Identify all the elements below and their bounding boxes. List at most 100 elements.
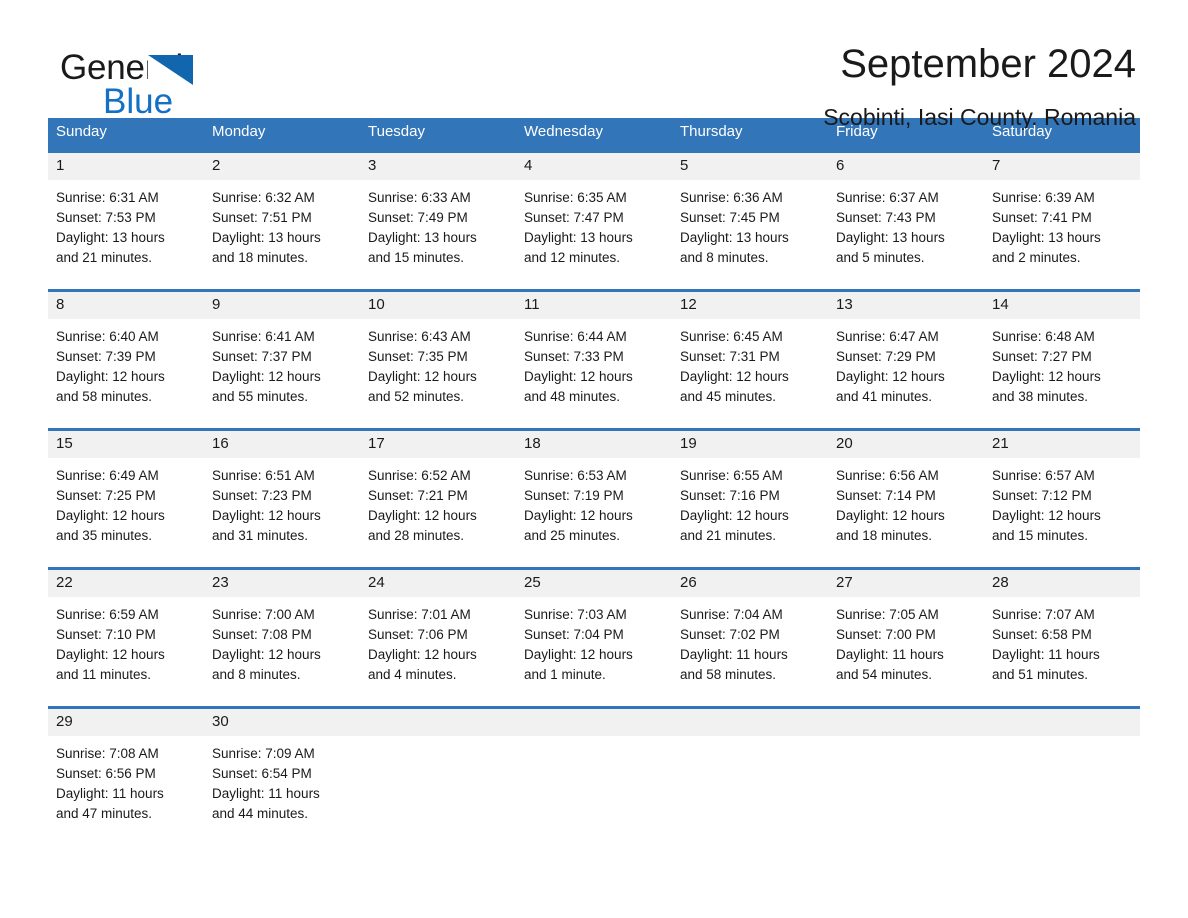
sunset-text: Sunset: 6:56 PM [56,766,156,781]
sunset-text: Sunset: 7:12 PM [992,488,1092,503]
sunrise-text: Sunrise: 7:00 AM [212,607,315,622]
day-details: Sunrise: 6:55 AM Sunset: 7:16 PM Daylight:… [672,458,828,556]
day-details: Sunrise: 6:40 AM Sunset: 7:39 PM Daylight:… [48,319,204,417]
calendar-day-cell[interactable]: 14 Sunrise: 6:48 AM Sunset: 7:27 PM Dayligh… [984,292,1140,417]
sunset-text: Sunset: 7:29 PM [836,349,936,364]
general-blue-logo[interactable]: General Blue [48,42,348,119]
calendar-weeks: 1 Sunrise: 6:31 AM Sunset: 7:53 PM Daylight… [48,150,1140,834]
sunrise-text: Sunrise: 6:36 AM [680,190,783,205]
page-title: September 2024 [840,42,1136,86]
weekday-header-friday: Friday [836,123,878,140]
sunrise-text: Sunrise: 7:08 AM [56,746,159,761]
calendar-day-cell[interactable]: 2 Sunrise: 6:32 AM Sunset: 7:51 PM Daylight… [204,153,360,278]
day-details: Sunrise: 7:09 AM Sunset: 6:54 PM Daylight:… [204,736,360,834]
daylight-text-line1: Daylight: 11 hours [680,647,788,662]
daylight-text-line1: Daylight: 12 hours [524,369,633,384]
calendar-day-cell[interactable]: 7 Sunrise: 6:39 AM Sunset: 7:41 PM Daylight… [984,153,1140,278]
day-number: 22 [48,570,204,597]
daylight-text-line2: and 31 minutes. [212,528,309,543]
calendar-day-cell[interactable]: 30 Sunrise: 7:09 AM Sunset: 6:54 PM Dayligh… [204,709,360,834]
calendar-day-cell[interactable]: 25 Sunrise: 7:03 AM Sunset: 7:04 PM Dayligh… [516,570,672,695]
daylight-text-line1: Daylight: 13 hours [524,230,633,245]
daylight-text-line1: Daylight: 13 hours [368,230,477,245]
calendar-day-cell[interactable]: 28 Sunrise: 7:07 AM Sunset: 6:58 PM Dayligh… [984,570,1140,695]
daylight-text-line1: Daylight: 11 hours [212,786,320,801]
daylight-text-line2: and 11 minutes. [56,667,152,682]
daylight-text-line2: and 15 minutes. [992,528,1089,543]
calendar-day-cell[interactable]: 11 Sunrise: 6:44 AM Sunset: 7:33 PM Dayligh… [516,292,672,417]
calendar-day-cell[interactable]: 17 Sunrise: 6:52 AM Sunset: 7:21 PM Dayligh… [360,431,516,556]
sunrise-text: Sunrise: 6:56 AM [836,468,939,483]
sunset-text: Sunset: 7:04 PM [524,627,624,642]
calendar-day-cell-empty [360,709,516,834]
day-number: 16 [204,431,360,458]
calendar-day-cell[interactable]: 27 Sunrise: 7:05 AM Sunset: 7:00 PM Dayligh… [828,570,984,695]
daylight-text-line1: Daylight: 12 hours [836,369,945,384]
weekday-header-wednesday: Wednesday [524,123,603,140]
day-details: Sunrise: 7:08 AM Sunset: 6:56 PM Daylight:… [48,736,204,834]
day-details: Sunrise: 6:33 AM Sunset: 7:49 PM Daylight:… [360,180,516,278]
calendar-day-cell[interactable]: 19 Sunrise: 6:55 AM Sunset: 7:16 PM Dayligh… [672,431,828,556]
daylight-text-line2: and 4 minutes. [368,667,457,682]
day-number: 11 [516,292,672,319]
day-details: Sunrise: 6:45 AM Sunset: 7:31 PM Daylight:… [672,319,828,417]
calendar-day-cell[interactable]: 20 Sunrise: 6:56 AM Sunset: 7:14 PM Dayligh… [828,431,984,556]
calendar-day-cell[interactable]: 1 Sunrise: 6:31 AM Sunset: 7:53 PM Daylight… [48,153,204,278]
daylight-text-line1: Daylight: 12 hours [212,508,321,523]
calendar-day-cell[interactable]: 24 Sunrise: 7:01 AM Sunset: 7:06 PM Dayligh… [360,570,516,695]
sunset-text: Sunset: 7:31 PM [680,349,780,364]
calendar-day-cell-empty [672,709,828,834]
sunset-text: Sunset: 7:19 PM [524,488,624,503]
day-number [672,709,828,736]
daylight-text-line2: and 45 minutes. [680,389,777,404]
day-number: 26 [672,570,828,597]
daylight-text-line2: and 38 minutes. [992,389,1089,404]
calendar-day-cell[interactable]: 10 Sunrise: 6:43 AM Sunset: 7:35 PM Dayligh… [360,292,516,417]
calendar-day-cell[interactable]: 8 Sunrise: 6:40 AM Sunset: 7:39 PM Daylight… [48,292,204,417]
day-details: Sunrise: 6:35 AM Sunset: 7:47 PM Daylight:… [516,180,672,278]
sunrise-text: Sunrise: 6:41 AM [212,329,315,344]
calendar-day-cell[interactable]: 4 Sunrise: 6:35 AM Sunset: 7:47 PM Daylight… [516,153,672,278]
calendar-day-cell[interactable]: 13 Sunrise: 6:47 AM Sunset: 7:29 PM Dayligh… [828,292,984,417]
calendar-table: Sunday Monday Tuesday Wednesday Thursday… [48,118,1140,834]
day-number: 12 [672,292,828,319]
sunset-text: Sunset: 7:43 PM [836,210,936,225]
weekday-header-tuesday: Tuesday [368,123,425,140]
calendar-day-cell[interactable]: 29 Sunrise: 7:08 AM Sunset: 6:56 PM Dayligh… [48,709,204,834]
calendar-day-cell[interactable]: 15 Sunrise: 6:49 AM Sunset: 7:25 PM Dayligh… [48,431,204,556]
day-details: Sunrise: 6:51 AM Sunset: 7:23 PM Daylight:… [204,458,360,556]
day-details [828,736,984,828]
sunset-text: Sunset: 7:25 PM [56,488,156,503]
day-details: Sunrise: 7:05 AM Sunset: 7:00 PM Daylight:… [828,597,984,695]
calendar-day-cell[interactable]: 23 Sunrise: 7:00 AM Sunset: 7:08 PM Dayligh… [204,570,360,695]
calendar-day-cell[interactable]: 3 Sunrise: 6:33 AM Sunset: 7:49 PM Daylight… [360,153,516,278]
calendar-day-cell[interactable]: 21 Sunrise: 6:57 AM Sunset: 7:12 PM Dayligh… [984,431,1140,556]
calendar-day-cell[interactable]: 9 Sunrise: 6:41 AM Sunset: 7:37 PM Daylight… [204,292,360,417]
calendar-day-cell[interactable]: 5 Sunrise: 6:36 AM Sunset: 7:45 PM Daylight… [672,153,828,278]
daylight-text-line2: and 2 minutes. [992,250,1081,265]
day-details [672,736,828,828]
day-details: Sunrise: 6:53 AM Sunset: 7:19 PM Daylight:… [516,458,672,556]
sunset-text: Sunset: 7:33 PM [524,349,624,364]
daylight-text-line2: and 48 minutes. [524,389,621,404]
daylight-text-line2: and 55 minutes. [212,389,309,404]
calendar-day-cell[interactable]: 26 Sunrise: 7:04 AM Sunset: 7:02 PM Dayligh… [672,570,828,695]
day-number: 13 [828,292,984,319]
day-number [984,709,1140,736]
daylight-text-line2: and 5 minutes. [836,250,925,265]
weekday-header-thursday: Thursday [680,123,743,140]
calendar-day-cell[interactable]: 12 Sunrise: 6:45 AM Sunset: 7:31 PM Dayligh… [672,292,828,417]
sunset-text: Sunset: 7:00 PM [836,627,936,642]
sunrise-text: Sunrise: 6:35 AM [524,190,627,205]
calendar-day-cell[interactable]: 22 Sunrise: 6:59 AM Sunset: 7:10 PM Dayligh… [48,570,204,695]
daylight-text-line2: and 35 minutes. [56,528,153,543]
calendar-day-cell[interactable]: 18 Sunrise: 6:53 AM Sunset: 7:19 PM Dayligh… [516,431,672,556]
calendar-week-row: 8 Sunrise: 6:40 AM Sunset: 7:39 PM Daylight… [48,289,1140,417]
calendar-day-cell[interactable]: 6 Sunrise: 6:37 AM Sunset: 7:43 PM Daylight… [828,153,984,278]
daylight-text-line2: and 28 minutes. [368,528,465,543]
daylight-text-line1: Daylight: 11 hours [56,786,164,801]
calendar-day-cell[interactable]: 16 Sunrise: 6:51 AM Sunset: 7:23 PM Dayligh… [204,431,360,556]
day-number: 5 [672,153,828,180]
calendar-page: General Blue September 2024 Scobinti, Ia… [0,0,1188,918]
sunrise-text: Sunrise: 7:03 AM [524,607,627,622]
